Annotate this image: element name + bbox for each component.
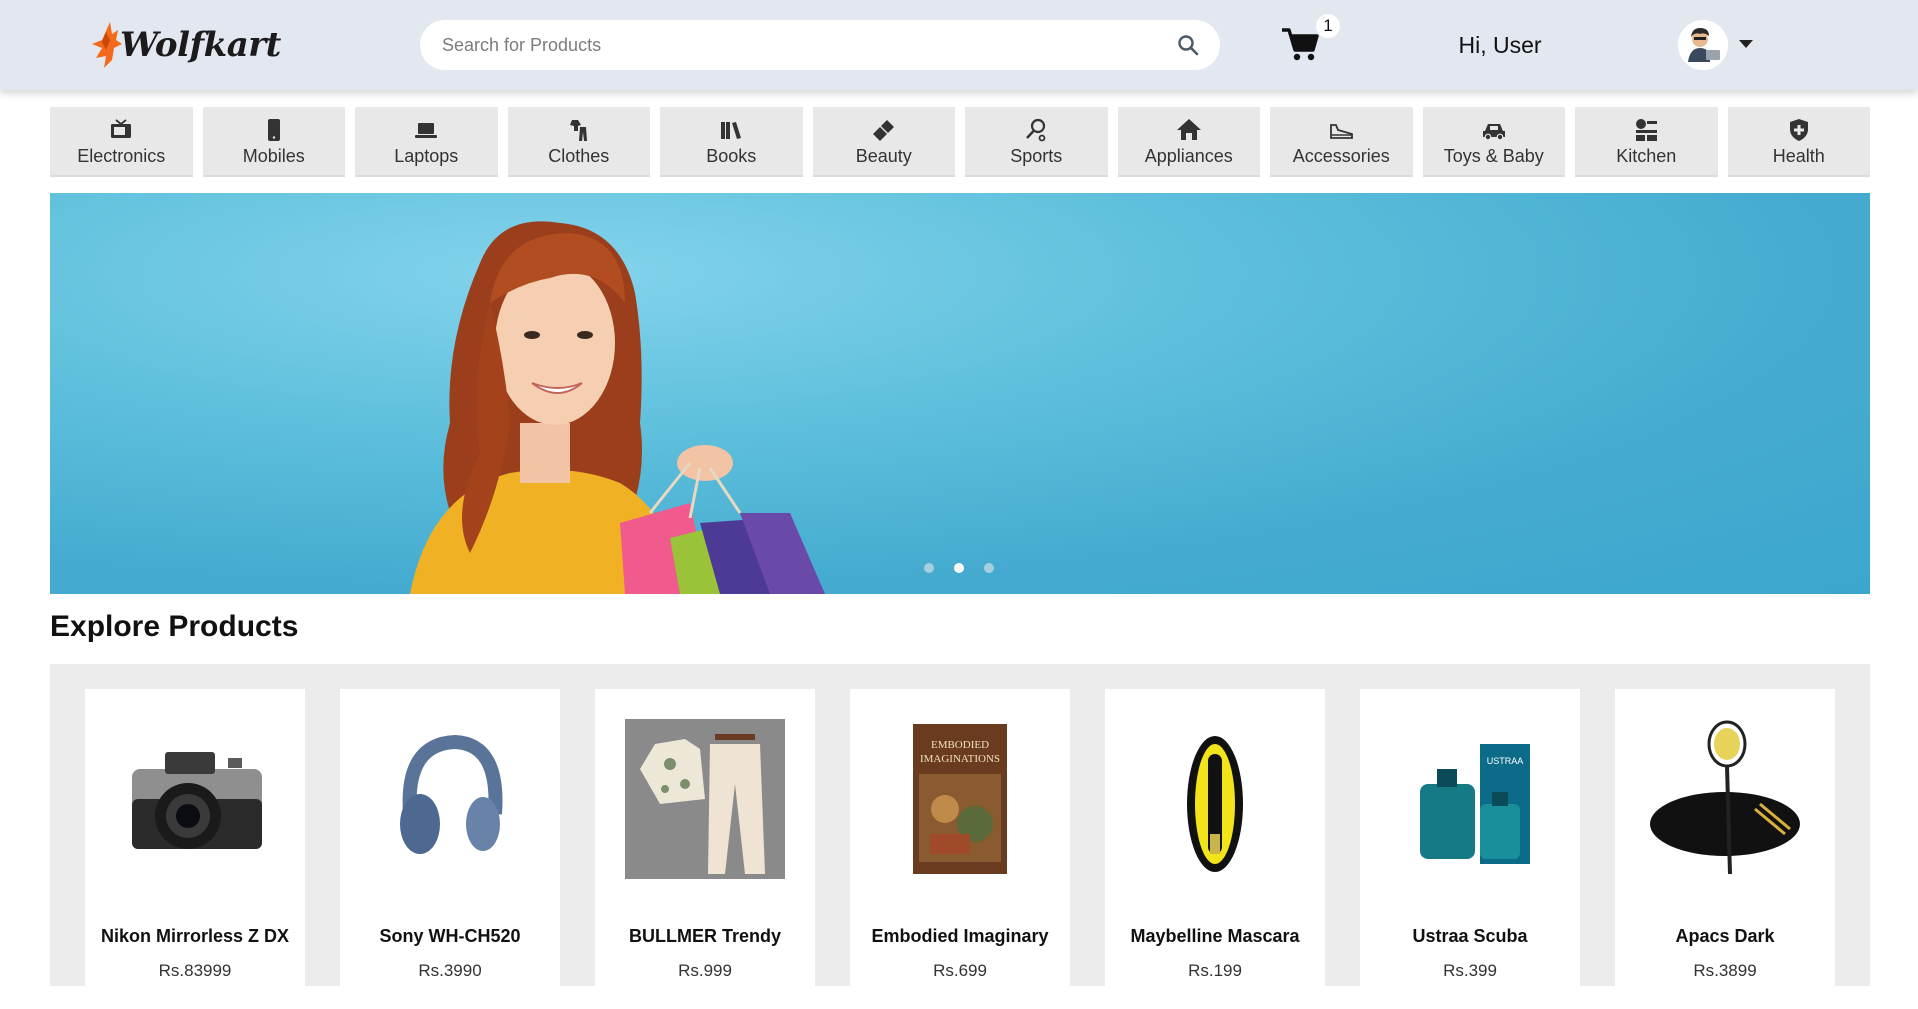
product-name: Maybelline Mascara [1130,926,1300,946]
category-label: Kitchen [1616,146,1677,166]
product-name: Nikon Mirrorless Z DX [100,926,290,946]
category-health[interactable]: Health [1727,107,1870,177]
product-name: Sony WH-CH520 [379,926,521,946]
category-accessories[interactable]: Accessories [1270,107,1413,177]
category-appliances[interactable]: Appliances [1117,107,1260,177]
logo[interactable]: Wolfkart [88,18,281,72]
category-laptops[interactable]: Laptops [355,107,498,177]
avatar[interactable] [1678,20,1728,70]
laptop-icon [415,123,438,138]
user-greeting: Hi, User [1458,32,1542,58]
cart-count-badge: 1 [1316,14,1340,38]
toy-car-icon [1482,124,1505,141]
carousel-dot-1[interactable] [924,563,934,573]
hero-banner-carousel[interactable] [50,193,1870,594]
category-label: Electronics [77,146,166,166]
product-card[interactable]: USTRAA Ustraa Scuba Rs.399 [1360,689,1580,1009]
camera-image [132,752,262,849]
product-card[interactable]: Apacs Dark Rs.3899 [1615,689,1835,1009]
svg-text:IMAGINATIONS: IMAGINATIONS [920,753,1000,765]
category-label: Appliances [1144,146,1233,166]
category-electronics[interactable]: Electronics [50,107,193,177]
product-price: Rs.3899 [1693,961,1757,980]
user-avatar-icon [1678,20,1728,70]
wolf-logo-icon [92,22,122,68]
clothes-icon [569,120,587,141]
home-icon [1176,119,1201,140]
logo-text: Wolfkart [120,25,281,65]
product-card[interactable]: BULLMER Trendy Rs.999 [595,689,815,1009]
kitchen-icon [1636,119,1658,141]
search-icon[interactable] [1176,33,1200,57]
search-input[interactable] [440,33,1144,57]
category-label: Clothes [548,146,610,166]
product-price: Rs.83999 [158,961,232,980]
product-price: Rs.199 [1188,961,1242,980]
top-header: Wolfkart 1 Hi, User [0,0,1918,90]
perfume-image: USTRAA [1420,744,1530,864]
search-bar [420,20,1220,70]
badminton-kit-image [1650,720,1800,875]
category-kitchen[interactable]: Kitchen [1575,107,1718,177]
headphones-image [400,734,503,854]
clothing-set-image [625,719,785,879]
category-label: Health [1772,146,1825,166]
product-name: Apacs Dark [1675,926,1775,946]
product-card[interactable]: Maybelline Mascara Rs.199 [1105,689,1325,1009]
books-icon [721,122,742,139]
category-clothes[interactable]: Clothes [507,107,650,177]
racket-icon [1026,118,1046,142]
carousel-dot-3[interactable] [984,563,994,573]
product-price: Rs.399 [1443,961,1497,980]
category-label: Laptops [394,146,459,166]
category-label: Toys & Baby [1443,146,1544,166]
mobile-phone-icon [267,119,280,141]
shield-plus-icon [1789,119,1808,141]
cart-icon[interactable] [1280,24,1320,64]
category-label: Books [706,146,757,166]
lipstick-icon [872,120,894,141]
product-card[interactable]: EMBODIED IMAGINATIONS Embodied Imaginary… [850,689,1070,1009]
mascara-image [1187,736,1243,872]
banner-woman-shopping-image [410,221,825,594]
category-bar: Electronics Mobiles Laptops Clothes Book… [50,107,1870,177]
section-title: Explore Products [50,610,299,643]
product-card[interactable]: Sony WH-CH520 Rs.3990 [340,689,560,1009]
product-name: BULLMER Trendy [628,926,781,946]
category-mobiles[interactable]: Mobiles [202,107,345,177]
category-toys-baby[interactable]: Toys & Baby [1422,107,1565,177]
product-price: Rs.3990 [418,961,482,980]
product-name: Ustraa Scuba [1412,926,1528,946]
sneaker-icon [1330,124,1354,139]
svg-text:USTRAA: USTRAA [1487,756,1524,766]
category-beauty[interactable]: Beauty [812,107,955,177]
svg-text:EMBODIED: EMBODIED [931,739,989,751]
category-label: Beauty [855,146,912,166]
product-card[interactable]: Nikon Mirrorless Z DX Rs.83999 [85,689,305,1009]
chevron-down-icon[interactable] [1738,38,1754,50]
carousel-dots [924,563,994,573]
product-grid: Nikon Mirrorless Z DX Rs.83999 Sony WH-C… [50,664,1870,1009]
category-label: Mobiles [242,146,305,166]
book-cover-image: EMBODIED IMAGINATIONS [913,724,1007,874]
product-name: Embodied Imaginary [871,926,1049,946]
category-books[interactable]: Books [660,107,803,177]
category-label: Sports [1010,146,1063,166]
product-price: Rs.999 [678,961,732,980]
carousel-dot-2[interactable] [954,563,964,573]
tv-icon [111,119,132,138]
category-label: Accessories [1292,146,1390,166]
product-price: Rs.699 [933,961,987,980]
category-sports[interactable]: Sports [965,107,1108,177]
